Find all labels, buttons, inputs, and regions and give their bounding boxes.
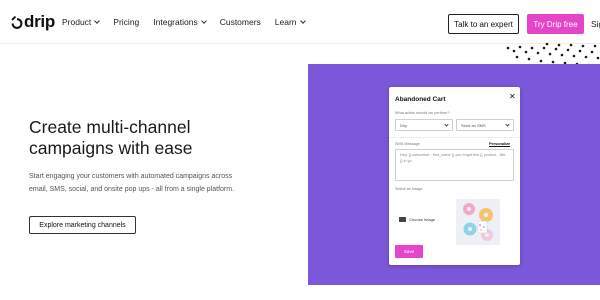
sms-message-field[interactable]: Hey, {{ subscriber . first_name }} you f… bbox=[395, 149, 514, 181]
talk-to-expert-button[interactable]: Talk to an expert bbox=[448, 14, 519, 34]
nav-item-label: Customers bbox=[219, 17, 261, 27]
product-image-thumbnail[interactable] bbox=[456, 199, 500, 245]
select-image-label: Select an Image bbox=[395, 187, 423, 191]
nav-item-learn[interactable]: Learn bbox=[274, 17, 306, 27]
sms-message-label: SMS Message bbox=[395, 142, 420, 146]
sign-in-link[interactable]: Sig bbox=[591, 19, 600, 29]
nav-item-label: Integrations bbox=[153, 17, 198, 27]
chevron-down-icon bbox=[444, 122, 449, 127]
close-icon[interactable]: ✕ bbox=[509, 93, 516, 101]
nav-item-pricing[interactable]: Pricing bbox=[113, 17, 139, 27]
nav-item-customers[interactable]: Customers bbox=[220, 17, 261, 27]
personalize-link[interactable]: Personalize bbox=[489, 142, 510, 146]
nav-item-label: Learn bbox=[274, 17, 297, 27]
abandoned-cart-modal: Abandoned Cart ✕ What action should we p… bbox=[389, 87, 520, 265]
action-select[interactable]: Send an SMS bbox=[456, 119, 514, 131]
divider bbox=[389, 137, 520, 138]
image-icon bbox=[399, 217, 406, 222]
try-drip-free-button[interactable]: Try Drip free bbox=[527, 14, 584, 34]
nav-item-product[interactable]: Product bbox=[62, 17, 101, 27]
drip-logo-icon bbox=[11, 15, 23, 29]
chevron-down-icon bbox=[505, 122, 510, 127]
choose-image-label: Choose Image bbox=[409, 217, 436, 222]
choose-image-button[interactable]: Choose Image bbox=[399, 217, 435, 222]
hero-subtitle: Start engaging your customers with autom… bbox=[29, 173, 235, 193]
nav-item-integrations[interactable]: Integrations bbox=[153, 17, 207, 27]
action-label: What action should we perform? bbox=[395, 111, 450, 115]
nav-menu: Product Pricing Integrations Customers L… bbox=[62, 17, 319, 27]
action-select-value: Send an SMS bbox=[461, 122, 486, 128]
modal-title: Abandoned Cart bbox=[395, 96, 446, 103]
chevron-down-icon bbox=[299, 18, 306, 24]
drip-logo[interactable]: drip bbox=[10, 13, 55, 31]
channel-select[interactable]: Drip bbox=[395, 119, 453, 131]
top-nav: drip Product Pricing Integrations Custom… bbox=[0, 0, 600, 44]
explore-channels-button[interactable]: Explore marketing channels bbox=[29, 216, 136, 234]
logo-text: drip bbox=[24, 12, 55, 31]
nav-item-label: Pricing bbox=[113, 17, 140, 27]
nav-item-label: Product bbox=[62, 17, 92, 27]
save-button[interactable]: Save bbox=[395, 245, 423, 258]
hero-title: Create multi-channel campaigns with ease bbox=[29, 117, 193, 158]
channel-select-value: Drip bbox=[400, 122, 408, 128]
chevron-down-icon bbox=[94, 18, 101, 24]
chevron-down-icon bbox=[200, 18, 207, 24]
